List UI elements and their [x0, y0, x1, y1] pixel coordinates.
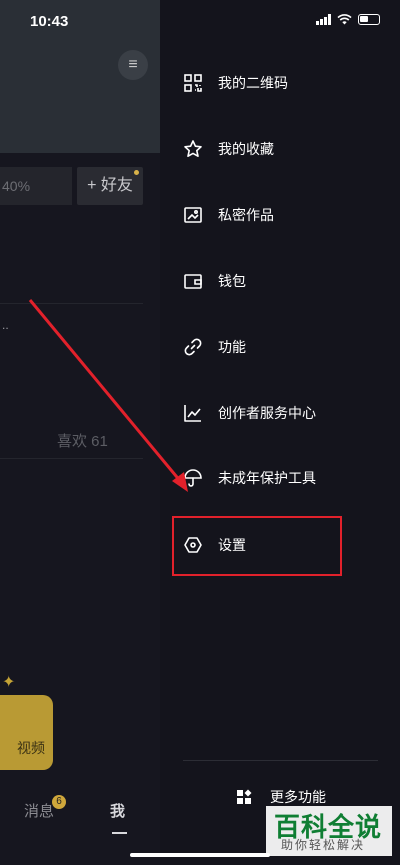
- tab-messages[interactable]: 消息: [24, 800, 54, 821]
- menu-item-features[interactable]: 功能: [183, 335, 246, 359]
- more-features-label: 更多功能: [270, 789, 326, 805]
- menu-item-wallet[interactable]: 钱包: [183, 269, 246, 293]
- menu-item-minor-protection[interactable]: 未成年保护工具: [183, 466, 316, 490]
- video-label: 视频: [17, 740, 45, 756]
- more-features-button[interactable]: 更多功能: [236, 787, 326, 807]
- video-button[interactable]: 视频: [0, 695, 53, 770]
- battery-icon: [358, 14, 380, 25]
- divider: [0, 303, 143, 304]
- drawer-divider: [183, 760, 378, 761]
- status-icons: [316, 14, 380, 25]
- chart-icon: [184, 405, 201, 422]
- watermark-sub: 助你轻松解决: [281, 838, 366, 852]
- wifi-icon: [337, 14, 352, 25]
- signal-icon: [316, 14, 331, 25]
- umbrella-icon: [184, 469, 202, 487]
- menu-label: 我的二维码: [218, 75, 288, 91]
- tab-me[interactable]: 我: [110, 800, 125, 821]
- menu-label: 我的收藏: [218, 141, 274, 157]
- menu-item-creator-center[interactable]: 创作者服务中心: [183, 401, 316, 425]
- bio-ellipsis: ..: [2, 318, 9, 332]
- menu-item-private-works[interactable]: 私密作品: [183, 203, 274, 227]
- menu-label: 功能: [218, 339, 246, 355]
- side-drawer: [160, 0, 400, 865]
- menu-label: 私密作品: [218, 207, 274, 223]
- menu-label: 创作者服务中心: [218, 405, 316, 421]
- menu-label: 钱包: [218, 273, 246, 289]
- home-indicator: [130, 853, 270, 857]
- private-works-icon: [184, 207, 202, 223]
- tab-likes[interactable]: 喜欢 61: [57, 430, 108, 451]
- sparkle-icon: ✦: [2, 674, 16, 691]
- menu-label: 未成年保护工具: [218, 470, 316, 486]
- menu-item-favorites[interactable]: 我的收藏: [183, 137, 274, 161]
- settings-highlight-box: [172, 516, 342, 576]
- messages-badge: 6: [52, 795, 66, 809]
- tab-indicator: [112, 832, 127, 834]
- menu-item-qr-code[interactable]: 我的二维码: [183, 71, 288, 95]
- profile-completion: 40%: [0, 167, 72, 205]
- star-icon: [184, 140, 202, 157]
- link-icon: [184, 338, 202, 356]
- grid-icon: [237, 789, 252, 804]
- notification-dot: [134, 170, 139, 175]
- hamburger-menu-icon[interactable]: ≡: [118, 50, 148, 80]
- background-profile-page: ≡ 40% + 好友 .. 喜欢 61 ✦ 视频 消息 6 我: [0, 0, 160, 865]
- status-time: 10:43: [30, 13, 69, 30]
- divider: [0, 458, 143, 459]
- qr-code-icon: [184, 74, 202, 92]
- watermark: 百科全说 助你轻松解决: [266, 806, 392, 856]
- wallet-icon: [184, 274, 202, 289]
